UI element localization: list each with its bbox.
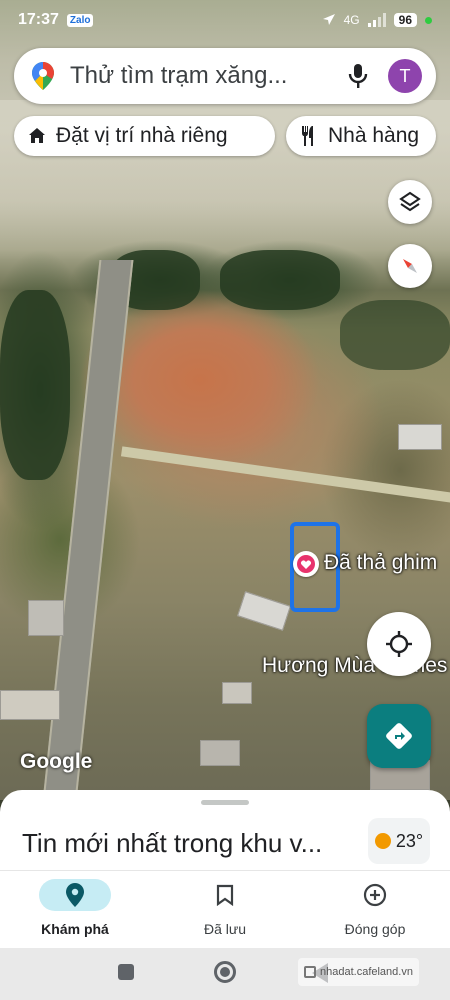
tree-cluster (220, 250, 340, 310)
home-button[interactable] (214, 961, 236, 983)
mic-icon[interactable] (346, 62, 370, 90)
nav-contribute-icon-wrap (339, 879, 411, 911)
building (0, 690, 60, 720)
maps-pin-icon (32, 62, 54, 90)
google-attribution: Google (20, 750, 93, 773)
directions-button[interactable] (367, 704, 431, 768)
layers-icon (399, 191, 421, 212)
building (200, 740, 240, 766)
nav-contribute-label: Đóng góp (344, 921, 406, 937)
location-arrow-icon (322, 14, 335, 25)
nav-saved-label: Đã lưu (203, 921, 247, 937)
my-location-button[interactable] (367, 612, 431, 676)
chip-restaurants[interactable]: Nhà hàng (286, 116, 436, 156)
active-indicator-dot (425, 16, 432, 24)
search-bar[interactable]: Thử tìm trạm xăng... T (14, 48, 436, 104)
sheet-drag-handle[interactable] (201, 800, 249, 805)
chip-restaurant-label: Nhà hàng (328, 124, 420, 147)
compass-icon (403, 259, 417, 273)
fork-knife-icon (302, 126, 313, 146)
status-time: 17:37 (18, 11, 59, 28)
add-circle-icon (363, 883, 387, 907)
building (237, 591, 291, 631)
layers-button[interactable] (388, 180, 432, 224)
status-bar: 17:37 Zalo 4G 96 (0, 0, 450, 40)
saved-pin-marker[interactable] (293, 551, 319, 577)
chip-home-label: Đặt vị trí nhà riêng (56, 124, 228, 147)
nav-contribute[interactable]: Đóng góp (300, 871, 450, 948)
nav-saved[interactable]: Đã lưu (150, 871, 300, 948)
directions-icon (386, 723, 412, 749)
watermark-text: nhadat.cafeland.vn (320, 966, 413, 978)
search-input[interactable]: Thử tìm trạm xăng... (70, 62, 346, 90)
sun-icon (374, 833, 391, 849)
watermark: nhadat.cafeland.vn (298, 958, 419, 986)
bottom-navigation: Khám phá Đã lưu Đóng góp (0, 870, 450, 948)
nav-explore-label: Khám phá (41, 921, 109, 937)
nav-explore[interactable]: Khám phá (0, 871, 150, 948)
home-icon (29, 128, 45, 143)
bookmark-icon (216, 884, 234, 906)
temperature: 23° (395, 830, 424, 851)
battery-level: 96 (393, 13, 417, 27)
tree-cluster (340, 300, 450, 370)
tree-cluster (0, 290, 70, 480)
zalo-notification-icon: Zalo (66, 13, 94, 27)
nav-saved-icon-wrap (189, 879, 261, 911)
nav-explore-icon-wrap (39, 879, 111, 911)
weather-chip[interactable]: 23° (368, 818, 430, 864)
building (28, 600, 64, 636)
road (120, 446, 450, 504)
building (222, 682, 252, 704)
avatar[interactable]: T (388, 59, 422, 93)
saved-pin-label[interactable]: Đã thả ghim (324, 551, 437, 575)
signal-icon (367, 13, 386, 27)
building (398, 424, 442, 450)
compass-button[interactable] (388, 244, 432, 288)
explore-pin-icon (66, 883, 84, 907)
network-type: 4G (343, 13, 360, 27)
recents-button[interactable] (118, 964, 134, 980)
sheet-title[interactable]: Tin mới nhất trong khu v... (22, 828, 322, 859)
chip-set-home[interactable]: Đặt vị trí nhà riêng (14, 116, 275, 156)
watermark-home-icon (304, 966, 316, 978)
status-right: 4G 96 (322, 13, 432, 27)
heart-icon (297, 555, 315, 573)
crosshair-icon (386, 631, 412, 657)
